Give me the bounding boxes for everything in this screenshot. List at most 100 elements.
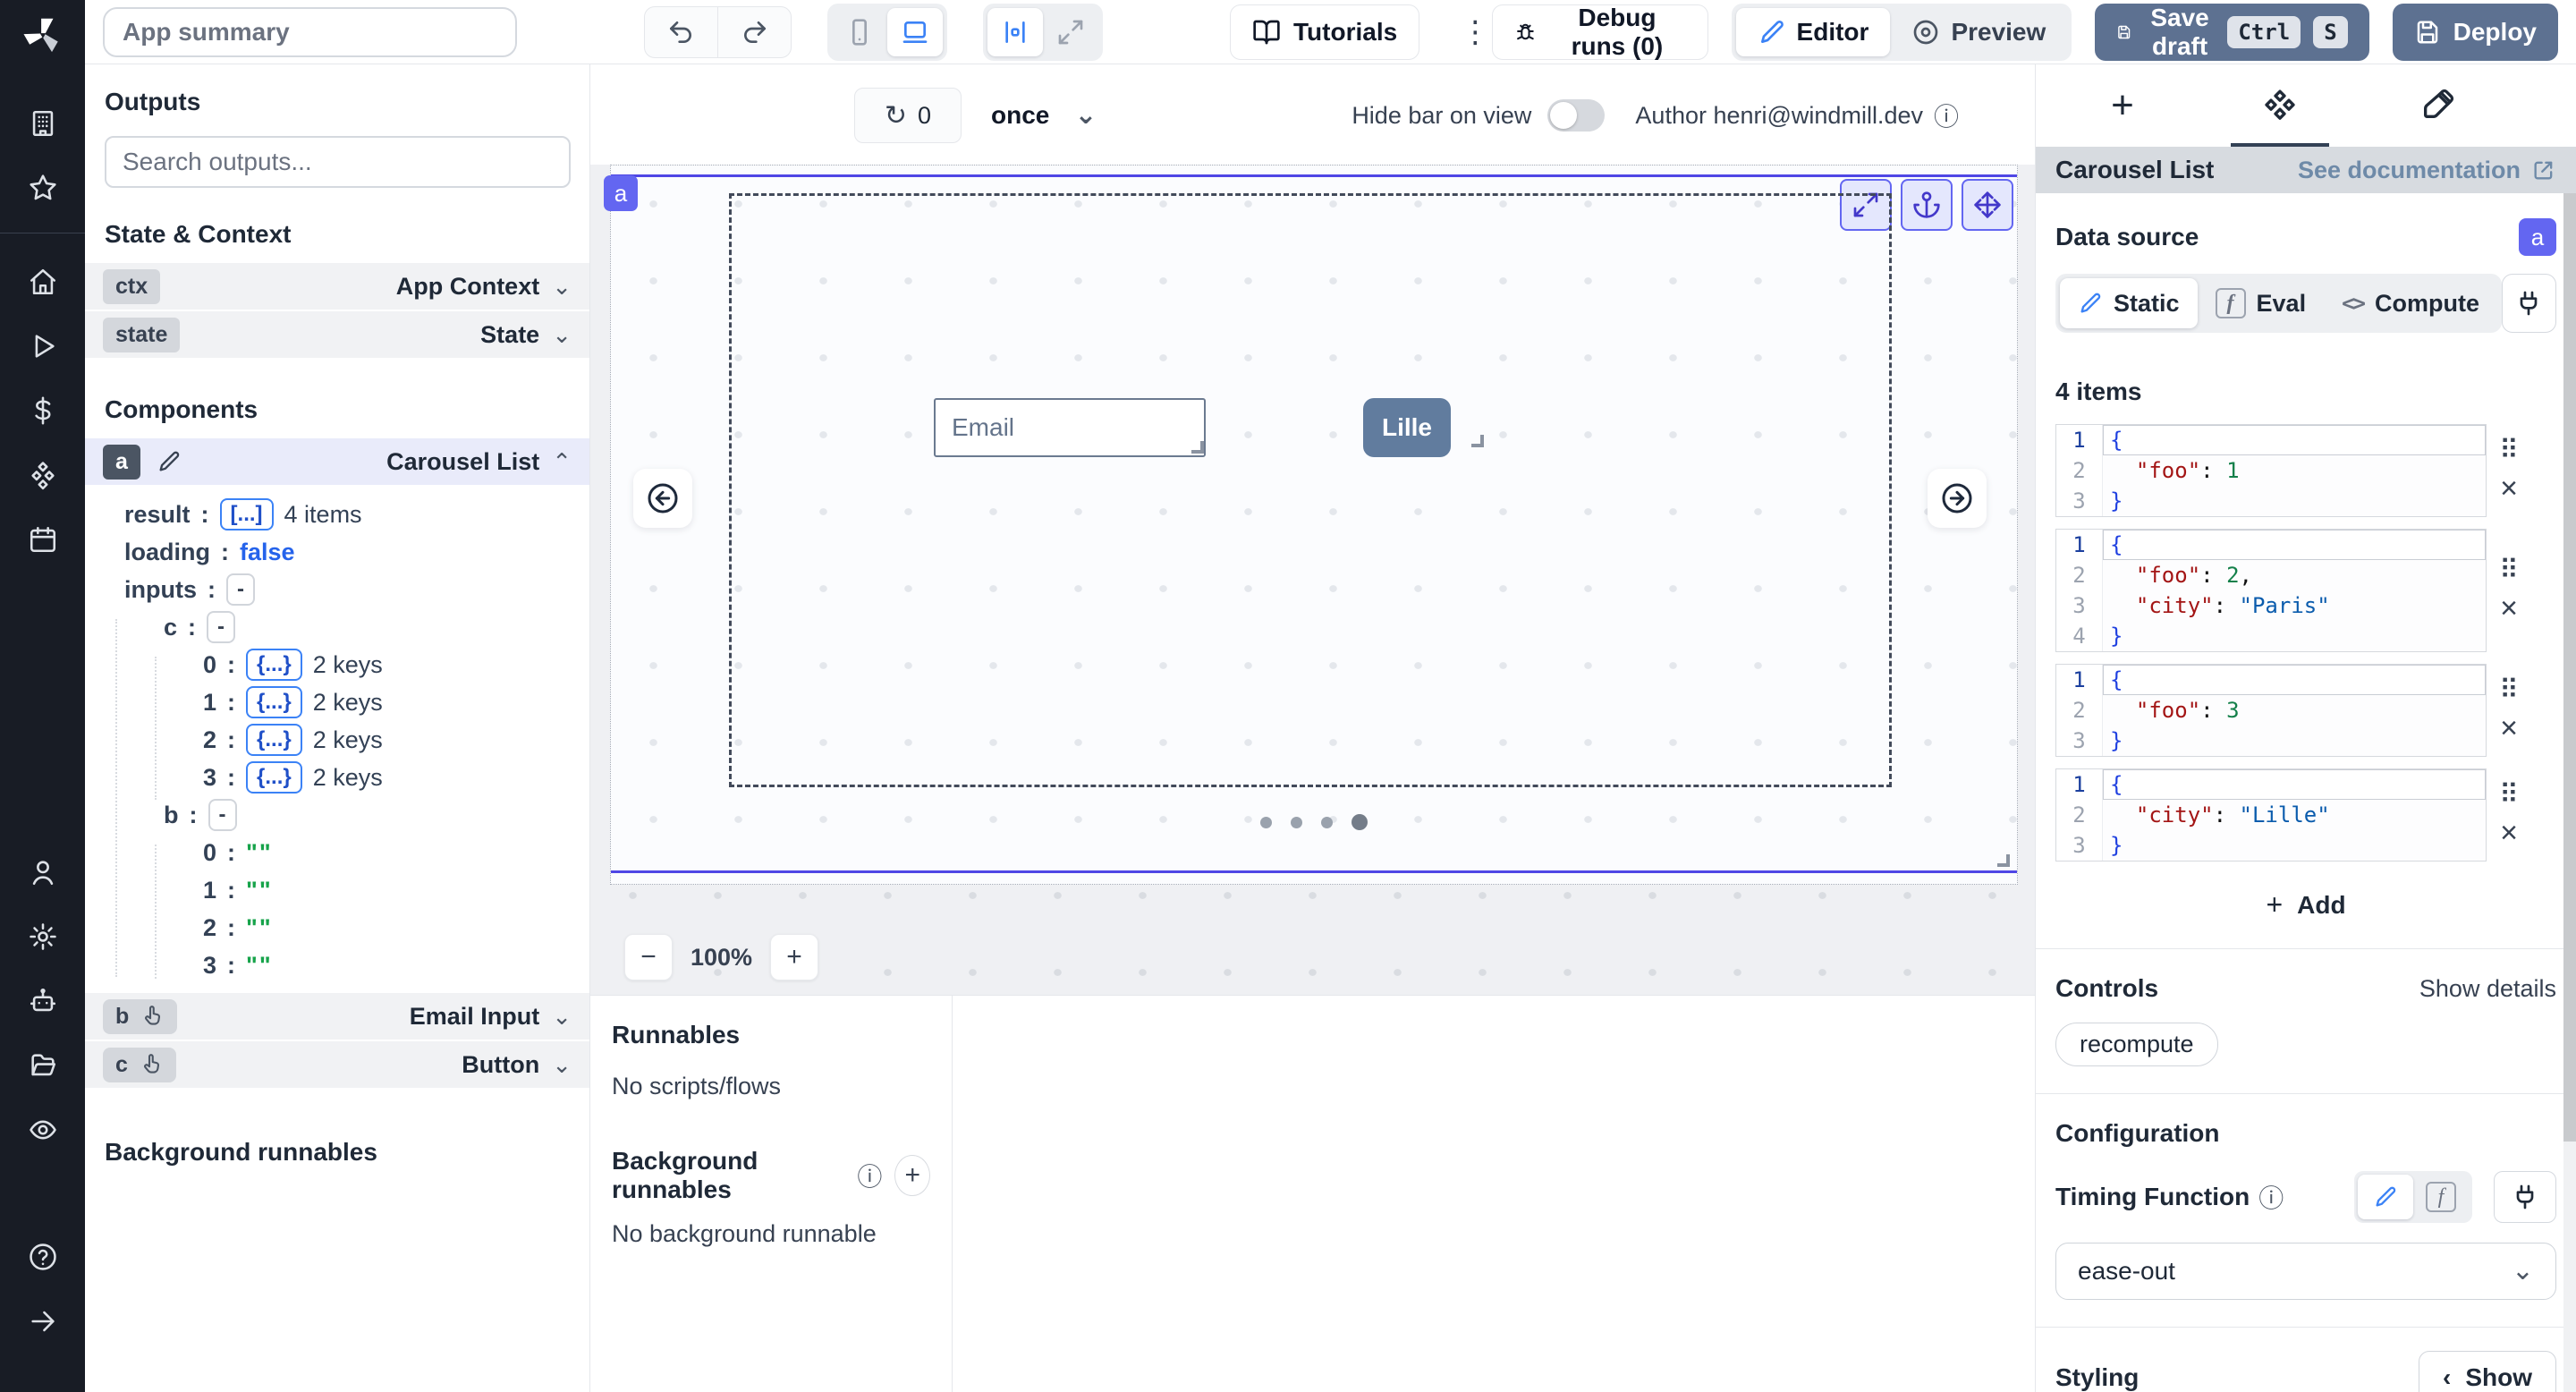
editor-tab[interactable]: Editor: [1736, 8, 1891, 56]
mode-compute[interactable]: <> Compute: [2324, 278, 2497, 328]
tree-row[interactable]: b:-: [112, 796, 589, 834]
email-input[interactable]: [934, 398, 1206, 457]
tree-row[interactable]: 1:{...}2 keys: [112, 683, 589, 721]
windmill-logo-icon[interactable]: [22, 14, 64, 55]
add-item-button[interactable]: + Add: [2266, 888, 2345, 921]
tree-row[interactable]: result:[...]4 items: [112, 496, 589, 533]
sidebar-item-user[interactable]: [0, 840, 85, 904]
drag-handle-icon[interactable]: ⠿: [2499, 677, 2519, 704]
tree-expand-box[interactable]: {...}: [246, 649, 302, 681]
canvas-area[interactable]: a Lille: [590, 165, 2035, 995]
tree-row[interactable]: 3:{...}2 keys: [112, 759, 589, 796]
scrollbar-thumb[interactable]: [2563, 193, 2576, 1142]
carousel-button[interactable]: Lille: [1363, 398, 1451, 457]
carousel-dot[interactable]: [1352, 814, 1368, 830]
debug-runs-button[interactable]: Debug runs (0): [1492, 4, 1708, 60]
center-layout-button[interactable]: [987, 8, 1043, 56]
json-editor[interactable]: 1{2 "foo": 2,3 "city": "Paris"4}: [2055, 529, 2487, 652]
component-b-row[interactable]: b Email Input ⌄: [85, 993, 589, 1041]
timing-eval-button[interactable]: f: [2413, 1175, 2469, 1219]
timing-connect-button[interactable]: [2494, 1171, 2556, 1223]
json-editor[interactable]: 1{2 "foo": 33}: [2055, 664, 2487, 757]
sidebar-item-cubes[interactable]: [0, 443, 85, 507]
drag-handle-icon[interactable]: ⠿: [2499, 782, 2519, 809]
sidebar-item-home[interactable]: [0, 250, 85, 314]
sidebar-item-calendar[interactable]: [0, 507, 85, 572]
remove-item-button[interactable]: ×: [2500, 593, 2518, 624]
sidebar-item-help[interactable]: [0, 1225, 85, 1289]
connect-input-button[interactable]: [2502, 274, 2556, 333]
carousel-dot[interactable]: [1291, 817, 1302, 828]
add-background-runnable-button[interactable]: +: [894, 1155, 930, 1196]
hide-bar-toggle[interactable]: [1547, 99, 1605, 132]
json-editor[interactable]: 1{2 "city": "Lille"3}: [2055, 768, 2487, 862]
carousel-dot[interactable]: [1321, 817, 1333, 828]
tree-expand-box[interactable]: -: [226, 573, 255, 606]
state-row[interactable]: state State ⌄: [85, 311, 589, 360]
undo-button[interactable]: [645, 7, 718, 57]
carousel-prev-button[interactable]: [633, 469, 692, 528]
tree-row[interactable]: 2:"": [112, 909, 589, 946]
styling-tab[interactable]: [2388, 64, 2487, 147]
preview-tab[interactable]: Preview: [1890, 8, 2067, 56]
resize-handle[interactable]: [1191, 441, 1204, 454]
tree-expand-box[interactable]: -: [208, 799, 237, 831]
sidebar-item-building[interactable]: [0, 91, 85, 156]
tree-row[interactable]: 2:{...}2 keys: [112, 721, 589, 759]
ctx-row[interactable]: ctx App Context ⌄: [85, 263, 589, 311]
insert-component-tab[interactable]: +: [2073, 64, 2172, 147]
sidebar-item-dollar[interactable]: [0, 378, 85, 443]
mobile-view-button[interactable]: [832, 8, 887, 56]
anchor-component-button[interactable]: [1901, 179, 1953, 231]
tree-row[interactable]: 0:{...}2 keys: [112, 646, 589, 683]
drag-handle-icon[interactable]: ⠿: [2499, 557, 2519, 584]
carousel-component[interactable]: a Lille: [611, 174, 2017, 873]
mode-eval[interactable]: f Eval: [2198, 278, 2325, 328]
tree-row[interactable]: c:-: [112, 608, 589, 646]
carousel-next-button[interactable]: [1928, 469, 1987, 528]
zoom-in-button[interactable]: +: [770, 934, 818, 980]
sidebar-item-robot[interactable]: [0, 969, 85, 1033]
zoom-out-button[interactable]: −: [624, 934, 673, 980]
tree-row[interactable]: loading:false: [112, 533, 589, 571]
resize-handle[interactable]: [1997, 854, 2010, 867]
tree-row[interactable]: 0:"": [112, 834, 589, 871]
tree-row[interactable]: inputs:-: [112, 571, 589, 608]
remove-item-button[interactable]: ×: [2500, 818, 2518, 848]
more-menu-button[interactable]: ⋮: [1459, 14, 1491, 50]
drag-handle-icon[interactable]: ⠿: [2499, 437, 2519, 464]
timing-function-select[interactable]: ease-out ⌄: [2055, 1243, 2556, 1300]
sidebar-item-eye[interactable]: [0, 1098, 85, 1162]
component-c-row[interactable]: c Button ⌄: [85, 1041, 589, 1090]
remove-item-button[interactable]: ×: [2500, 473, 2518, 504]
see-documentation-link[interactable]: See documentation: [2298, 157, 2556, 184]
remove-item-button[interactable]: ×: [2500, 713, 2518, 743]
carousel-drop-zone[interactable]: [729, 193, 1892, 787]
tutorials-button[interactable]: Tutorials: [1230, 4, 1419, 60]
redo-button[interactable]: [717, 7, 791, 57]
show-details-button[interactable]: Show details: [2419, 975, 2556, 1003]
tree-expand-box[interactable]: [...]: [220, 498, 274, 530]
component-a-row[interactable]: a Carousel List ⌃: [85, 438, 589, 487]
tree-expand-box[interactable]: {...}: [246, 686, 302, 718]
app-summary-input[interactable]: [103, 7, 517, 57]
show-styling-button[interactable]: ‹ Show: [2419, 1351, 2556, 1392]
scrollbar-track[interactable]: [2563, 193, 2576, 1392]
timing-static-button[interactable]: [2358, 1175, 2413, 1219]
search-outputs-input[interactable]: [105, 136, 571, 188]
mode-static[interactable]: Static: [2060, 278, 2198, 328]
desktop-view-button[interactable]: [887, 8, 943, 56]
full-width-button[interactable]: [1043, 8, 1098, 56]
carousel-dot[interactable]: [1260, 817, 1272, 828]
sidebar-item-gear[interactable]: [0, 904, 85, 969]
sidebar-item-star[interactable]: [0, 156, 85, 220]
tree-expand-box[interactable]: -: [207, 611, 235, 643]
sidebar-item-folder-open[interactable]: [0, 1033, 85, 1098]
component-settings-tab[interactable]: [2231, 64, 2329, 147]
json-editor[interactable]: 1{2 "foo": 13}: [2055, 424, 2487, 517]
schedule-dropdown[interactable]: once ⌄: [991, 88, 1097, 143]
tree-row[interactable]: 1:"": [112, 871, 589, 909]
tree-expand-box[interactable]: {...}: [246, 724, 302, 756]
move-component-button[interactable]: [1962, 179, 2013, 231]
tree-expand-box[interactable]: {...}: [246, 761, 302, 794]
